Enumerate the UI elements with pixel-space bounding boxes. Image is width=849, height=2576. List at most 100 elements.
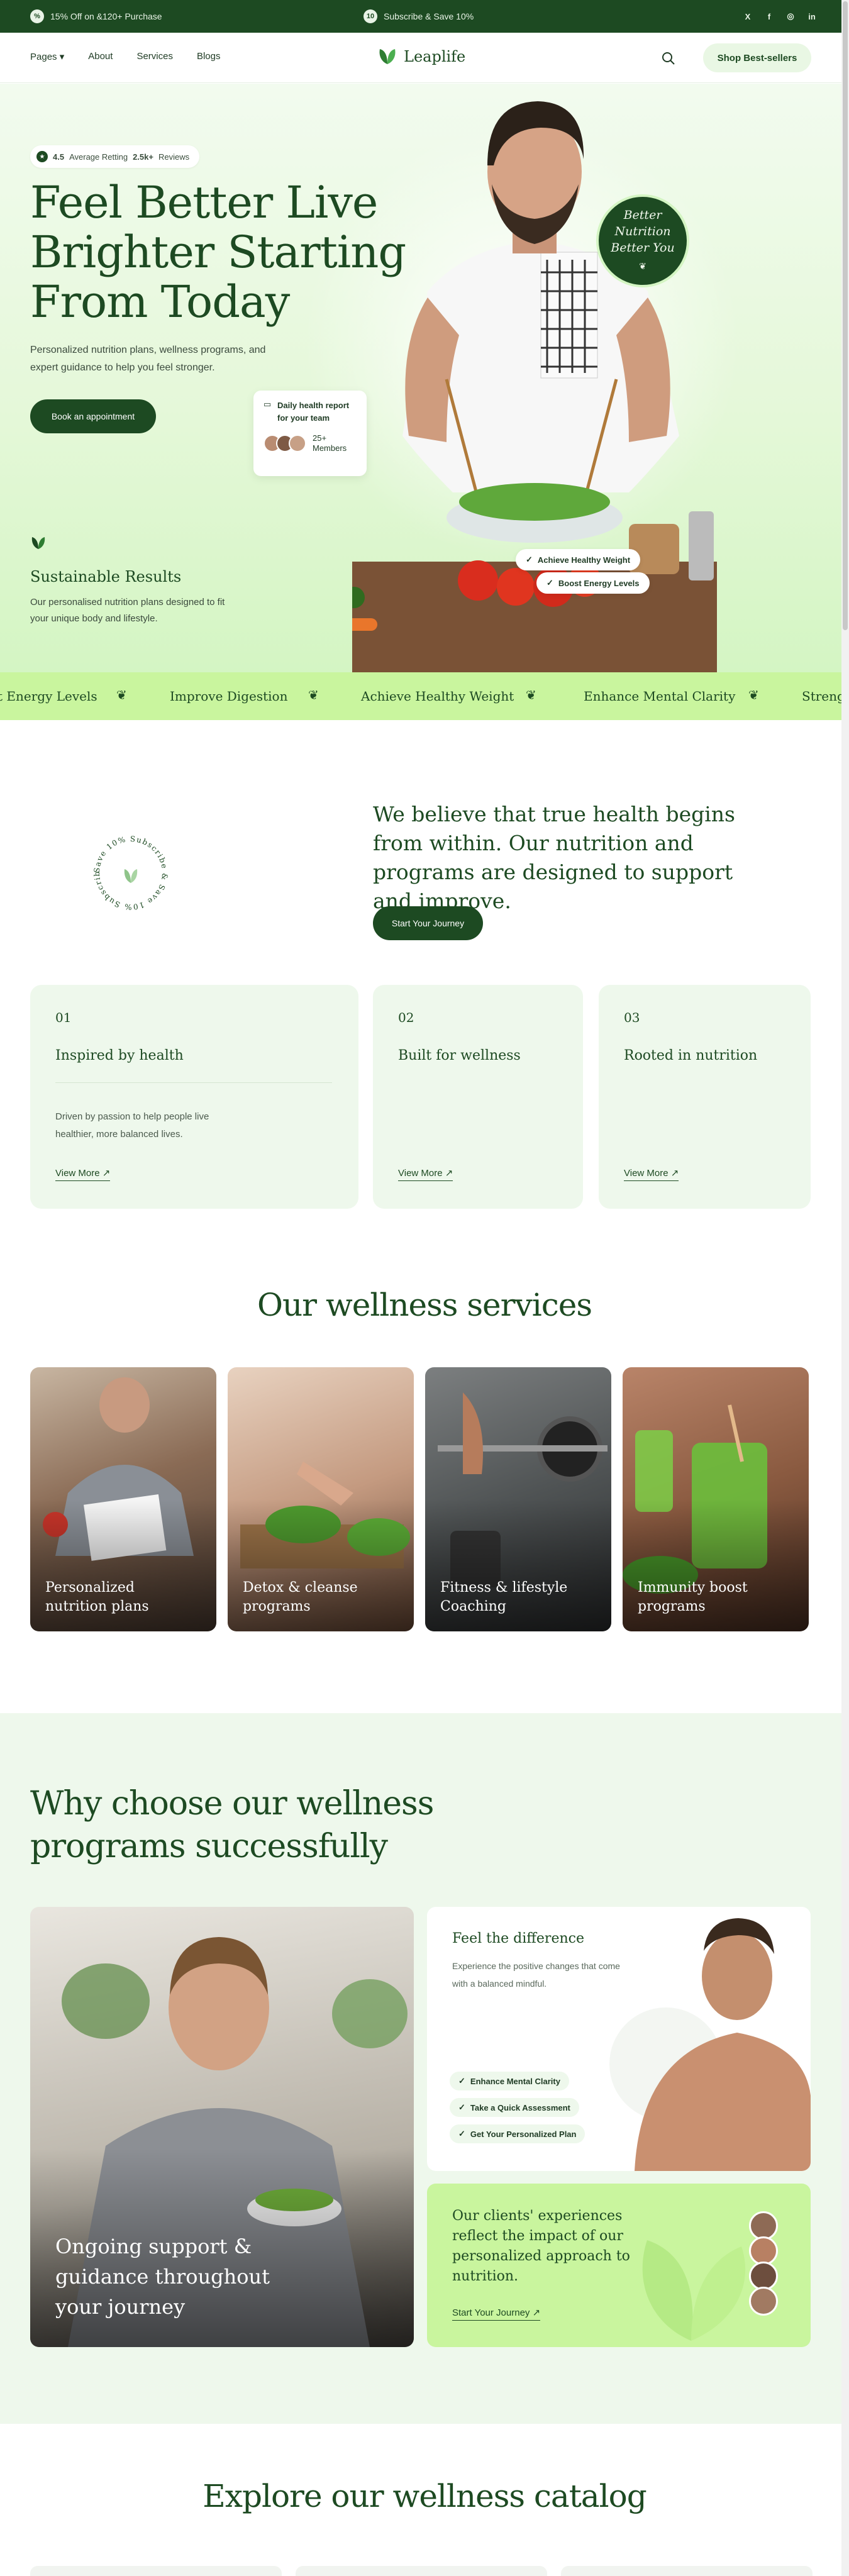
experience-text: Our clients' experiences reflect the imp… xyxy=(452,2208,630,2284)
feature-card: 03 Rooted in nutrition View More ↗ xyxy=(599,985,811,1209)
start-journey-link[interactable]: Start Your Journey ↗ xyxy=(452,2307,541,2321)
results-text: Our personalised nutrition plans designe… xyxy=(30,597,225,624)
chat-icon: ▭ xyxy=(264,399,272,409)
benefit-chip: ✓ Take a Quick Assessment xyxy=(450,2098,579,2117)
rating-pill: ★ 4.5 Average Retting 2.5k+ Reviews xyxy=(30,145,200,168)
chip-label: Get Your Personalized Plan xyxy=(470,2129,577,2139)
service-card[interactable]: Immunity boost programs xyxy=(623,1367,809,1631)
brand-name: Leaplife xyxy=(404,48,466,65)
feature-title: Inspired by health xyxy=(55,1048,184,1063)
nav-links: Pages ▾ About Services Blogs xyxy=(30,51,221,62)
hero-subtitle: Personalized nutrition plans, wellness p… xyxy=(30,345,266,373)
support-image-card: Ongoing support & guidance throughout yo… xyxy=(30,1907,414,2347)
view-more-link[interactable]: View More ↗ xyxy=(398,1167,453,1181)
catalog-card-preview xyxy=(296,2566,547,2576)
services-title: Our wellness services xyxy=(257,1287,592,1323)
star-icon: ★ xyxy=(36,151,48,162)
percent-icon: % xyxy=(30,9,44,23)
marquee-item: Enhance Mental Clarity xyxy=(584,689,736,704)
chip-energy-label: Boost Energy Levels xyxy=(558,578,640,588)
badge-leaf-icon: ❦ xyxy=(639,262,646,272)
search-icon[interactable] xyxy=(662,52,675,65)
leaf-icon: ❦ xyxy=(526,687,536,702)
benefits-marquee: t Energy Levels ❦ Improve Digestion ❦ Ac… xyxy=(0,672,849,720)
start-journey-button[interactable]: Start Your Journey xyxy=(373,906,483,940)
view-more-link[interactable]: View More ↗ xyxy=(55,1167,111,1181)
feature-number: 01 xyxy=(55,1010,72,1025)
linkedin-icon[interactable]: in xyxy=(806,11,818,22)
belief-text: We believe that true health begins from … xyxy=(373,802,735,913)
service-label: Fitness & lifestyle Coaching xyxy=(440,1580,568,1614)
leaf-logo-icon xyxy=(379,49,396,64)
feature-card: 01 Inspired by health Driven by passion … xyxy=(30,985,358,1209)
nav-about[interactable]: About xyxy=(88,51,113,62)
social-links: X f ◎ in xyxy=(742,11,818,22)
nutrition-badge: Better Nutrition Better You ❦ xyxy=(596,194,689,287)
nav-services[interactable]: Services xyxy=(136,51,173,62)
instagram-icon[interactable]: ◎ xyxy=(785,11,796,22)
avatar xyxy=(289,435,306,452)
feature-number: 02 xyxy=(398,1010,414,1025)
marquee-item: t Energy Levels xyxy=(0,689,97,704)
subscribe-stamp: Save 10% Subscribe & Save 10% Subscribe … xyxy=(87,829,172,914)
promo-offer[interactable]: % 15% Off on &120+ Purchase xyxy=(30,9,162,23)
support-label: Ongoing support & guidance throughout yo… xyxy=(55,2235,270,2319)
scrollbar-thumb[interactable] xyxy=(843,1,848,630)
divider xyxy=(55,1082,332,1083)
health-report-card: Daily health report for your team ▭ 25+ … xyxy=(253,391,367,476)
members-label: Members xyxy=(313,443,347,453)
marquee-item: Streng xyxy=(802,689,845,704)
promo-subscribe-text: Subscribe & Save 10% xyxy=(384,11,474,21)
check-icon: ✓ xyxy=(458,2102,465,2112)
scrollbar[interactable] xyxy=(841,0,849,2576)
check-icon: ✓ xyxy=(526,555,533,564)
hero-person-image xyxy=(352,101,717,673)
service-label: Detox & cleanse programs xyxy=(243,1580,358,1614)
service-card[interactable]: Fitness & lifestyle Coaching xyxy=(425,1367,611,1631)
main-nav: Pages ▾ About Services Blogs Leaplife Sh… xyxy=(0,33,849,83)
book-appointment-button[interactable]: Book an appointment xyxy=(30,399,156,433)
x-icon[interactable]: X xyxy=(742,11,753,22)
shop-bestsellers-button[interactable]: Shop Best-sellers xyxy=(703,43,811,72)
check-icon: ✓ xyxy=(458,2076,465,2085)
client-avatar xyxy=(749,2287,778,2316)
member-avatars: 25+ Members xyxy=(264,433,357,453)
service-card[interactable]: Personalized nutrition plans xyxy=(30,1367,216,1631)
leaf-icon: ❦ xyxy=(748,687,759,702)
promo-offer-text: 15% Off on &120+ Purchase xyxy=(50,11,162,21)
catalog-card-preview xyxy=(561,2566,813,2576)
check-icon: ✓ xyxy=(458,2129,465,2138)
nav-blogs[interactable]: Blogs xyxy=(197,51,221,62)
facebook-icon[interactable]: f xyxy=(763,11,775,22)
hero-title: Feel Better Live Brighter Starting From … xyxy=(30,177,406,328)
nav-pages[interactable]: Pages ▾ xyxy=(30,51,64,62)
health-card-title: Daily health report for your team xyxy=(277,401,350,423)
catalog-title: Explore our wellness catalog xyxy=(203,2478,646,2514)
marquee-item: Improve Digestion xyxy=(170,689,288,704)
reviews-label: Reviews xyxy=(158,152,190,162)
service-card[interactable]: Detox & cleanse programs xyxy=(228,1367,414,1631)
chip-label: Take a Quick Assessment xyxy=(470,2102,570,2112)
marquee-item: Achieve Healthy Weight xyxy=(361,689,514,704)
members-count: 25+ Members xyxy=(313,433,347,453)
client-experience-card: Our clients' experiences reflect the imp… xyxy=(427,2184,811,2347)
view-more-link[interactable]: View More ↗ xyxy=(624,1167,679,1181)
reviews-count: 2.5k+ xyxy=(133,152,153,162)
leaf-icon xyxy=(31,537,45,549)
leaf-icon: ❦ xyxy=(116,687,127,702)
members-number: 25+ xyxy=(313,433,327,443)
promo-subscribe[interactable]: 10 Subscribe & Save 10% xyxy=(363,9,474,23)
why-title: Why choose our wellness programs success… xyxy=(30,1785,434,1865)
rating-label: Average Retting xyxy=(69,152,128,162)
brand-logo[interactable]: Leaplife xyxy=(377,48,465,65)
chip-label: Enhance Mental Clarity xyxy=(470,2076,560,2086)
badge-line-2: Nutrition xyxy=(614,225,671,238)
feature-number: 03 xyxy=(624,1010,640,1025)
catalog-card-preview xyxy=(30,2566,282,2576)
chip-weight-label: Achieve Healthy Weight xyxy=(537,555,631,565)
feature-desc: Driven by passion to help people live he… xyxy=(55,1111,209,1140)
leaf-icon: ❦ xyxy=(308,687,319,702)
service-label: Immunity boost programs xyxy=(638,1580,748,1614)
why-section: Why choose our wellness programs success… xyxy=(0,1713,849,2424)
benefit-chip: ✓ Get Your Personalized Plan xyxy=(450,2124,585,2143)
